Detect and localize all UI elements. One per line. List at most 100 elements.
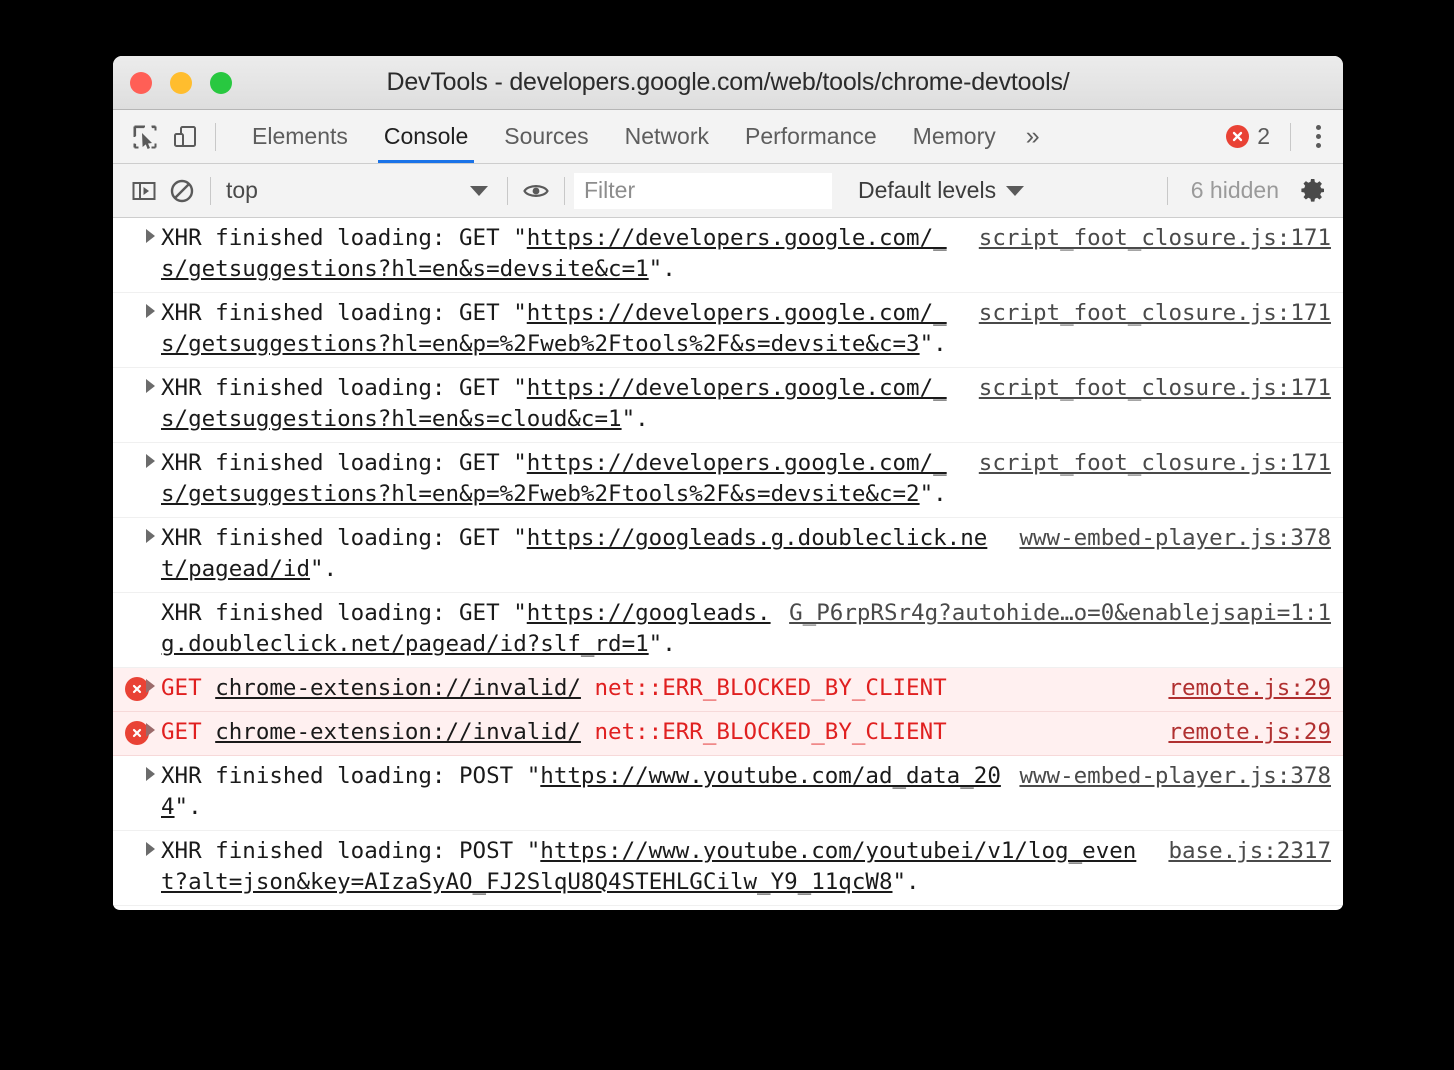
message-prefix: XHR finished loading: GET " xyxy=(161,300,527,326)
message-suffix: ". xyxy=(919,481,947,507)
source-link[interactable]: remote.js:29 xyxy=(1168,673,1331,704)
error-count-label: 2 xyxy=(1257,123,1270,149)
tabbar-right-divider xyxy=(1290,122,1291,151)
source-link[interactable]: script_foot_closure.js:171 xyxy=(979,223,1331,254)
message-prefix: XHR finished loading: GET " xyxy=(161,525,527,551)
console-message-body: www-embed-player.js:378 XHR finished loa… xyxy=(113,761,1343,823)
message-suffix: net::ERR_BLOCKED_BY_CLIENT xyxy=(580,719,947,745)
console-message-body: remote.js:29 GET chrome-extension://inva… xyxy=(113,673,1343,704)
expand-arrow-icon[interactable] xyxy=(146,529,155,543)
error-circle-icon xyxy=(1226,125,1250,148)
console-message-row[interactable]: script_foot_closure.js:171 XHR finished … xyxy=(113,218,1343,293)
console-prompt-row[interactable]: ❯ xyxy=(113,906,1343,909)
toolbar-divider-2 xyxy=(507,176,508,205)
message-prefix: XHR finished loading: GET " xyxy=(161,375,527,401)
tab-sources[interactable]: Sources xyxy=(486,110,606,163)
window-controls xyxy=(130,71,232,94)
message-prefix: XHR finished loading: POST " xyxy=(161,838,541,864)
kebab-menu-icon[interactable] xyxy=(1301,117,1335,157)
source-link[interactable]: G_P6rpRSr4g?autohide…o=0&enablejsapi=1:1 xyxy=(789,598,1331,629)
tabbar-right-group: 2 xyxy=(1216,110,1335,163)
console-message-body: remote.js:29 GET chrome-extension://inva… xyxy=(113,717,1343,748)
expand-arrow-icon[interactable] xyxy=(146,679,155,693)
expand-arrow-icon[interactable] xyxy=(146,723,155,737)
console-error-row[interactable]: remote.js:29 GET chrome-extension://inva… xyxy=(113,712,1343,756)
console-message-row[interactable]: www-embed-player.js:378 XHR finished loa… xyxy=(113,518,1343,593)
expand-arrow-icon[interactable] xyxy=(146,229,155,243)
console-message-row[interactable]: script_foot_closure.js:171 XHR finished … xyxy=(113,368,1343,443)
execution-context-value: top xyxy=(226,177,258,203)
console-message-body: script_foot_closure.js:171 XHR finished … xyxy=(113,373,1343,435)
expand-arrow-icon[interactable] xyxy=(146,304,155,318)
toolbar-divider-1 xyxy=(210,176,211,205)
execution-context-select[interactable]: top xyxy=(220,172,498,210)
console-message-body: www-embed-player.js:378 XHR finished loa… xyxy=(113,523,1343,585)
source-link[interactable]: www-embed-player.js:378 xyxy=(1019,761,1331,792)
minimize-button[interactable] xyxy=(170,71,192,94)
devtools-tab-list: Elements Console Sources Network Perform… xyxy=(234,110,1052,163)
console-message-list[interactable]: script_foot_closure.js:171 XHR finished … xyxy=(113,218,1343,909)
message-suffix: ". xyxy=(310,556,338,582)
expand-arrow-icon[interactable] xyxy=(146,767,155,781)
source-link[interactable]: script_foot_closure.js:171 xyxy=(979,448,1331,479)
tab-performance[interactable]: Performance xyxy=(727,110,895,163)
console-message-row[interactable]: www-embed-player.js:378 XHR finished loa… xyxy=(113,756,1343,831)
chevron-down-icon xyxy=(1006,185,1025,196)
console-message-row[interactable]: base.js:2317 XHR finished loading: POST … xyxy=(113,831,1343,906)
message-prefix: XHR finished loading: GET " xyxy=(161,450,527,476)
window-title: DevTools - developers.google.com/web/too… xyxy=(386,68,1070,96)
inspect-element-icon[interactable] xyxy=(125,117,165,157)
message-url-link[interactable]: chrome-extension://invalid/ xyxy=(215,719,581,745)
message-prefix: XHR finished loading: POST " xyxy=(161,763,541,789)
source-link[interactable]: script_foot_closure.js:171 xyxy=(979,373,1331,404)
source-link[interactable]: base.js:2317 xyxy=(1168,836,1331,867)
devtools-window: DevTools - developers.google.com/web/too… xyxy=(113,56,1343,910)
console-sidebar-icon[interactable] xyxy=(125,172,163,210)
toolbar-divider-4 xyxy=(1166,176,1168,205)
message-prefix: XHR finished loading: GET " xyxy=(161,225,527,251)
console-message-row[interactable]: G_P6rpRSr4g?autohide…o=0&enablejsapi=1:1… xyxy=(113,593,1343,668)
message-suffix: ". xyxy=(648,631,676,657)
source-link[interactable]: www-embed-player.js:378 xyxy=(1019,523,1331,554)
message-suffix: ". xyxy=(892,869,920,895)
tab-network[interactable]: Network xyxy=(607,110,727,163)
chevron-down-icon xyxy=(470,185,488,196)
settings-gear-icon[interactable] xyxy=(1293,171,1333,211)
toolbar-divider-3 xyxy=(564,176,565,205)
filter-input[interactable] xyxy=(574,172,832,209)
live-expression-eye-icon[interactable] xyxy=(517,172,555,210)
expand-arrow-icon[interactable] xyxy=(146,454,155,468)
console-message-body: script_foot_closure.js:171 XHR finished … xyxy=(113,298,1343,360)
more-tabs-chevron-icon[interactable]: » xyxy=(1014,110,1052,163)
console-message-body: script_foot_closure.js:171 XHR finished … xyxy=(113,448,1343,510)
console-message-row[interactable]: script_foot_closure.js:171 XHR finished … xyxy=(113,443,1343,518)
message-suffix: ". xyxy=(648,256,676,282)
close-button[interactable] xyxy=(130,71,152,94)
zoom-button[interactable] xyxy=(210,71,232,94)
source-link[interactable]: script_foot_closure.js:171 xyxy=(979,298,1331,329)
tabbar-divider xyxy=(215,122,216,151)
hidden-messages-count[interactable]: 6 hidden xyxy=(1177,177,1293,204)
tab-console[interactable]: Console xyxy=(366,110,486,163)
message-prefix: GET xyxy=(161,719,216,745)
message-prefix: XHR finished loading: GET " xyxy=(161,600,527,626)
toolbar-right-group: 6 hidden xyxy=(1158,171,1333,211)
console-error-row[interactable]: remote.js:29 GET chrome-extension://inva… xyxy=(113,668,1343,712)
log-level-select[interactable]: Default levels xyxy=(846,172,1036,210)
error-count-badge[interactable]: 2 xyxy=(1216,123,1280,150)
source-link[interactable]: remote.js:29 xyxy=(1168,717,1331,748)
console-message-body: script_foot_closure.js:171 XHR finished … xyxy=(113,223,1343,285)
device-toolbar-icon[interactable] xyxy=(165,117,205,157)
clear-console-icon[interactable] xyxy=(163,172,201,210)
tab-memory[interactable]: Memory xyxy=(895,110,1014,163)
tab-elements[interactable]: Elements xyxy=(234,110,366,163)
expand-arrow-icon[interactable] xyxy=(146,379,155,393)
message-url-link[interactable]: chrome-extension://invalid/ xyxy=(215,675,581,701)
console-message-body: G_P6rpRSr4g?autohide…o=0&enablejsapi=1:1… xyxy=(113,598,1343,660)
console-toolbar: top Default levels 6 hidden xyxy=(113,164,1343,218)
console-message-row[interactable]: script_foot_closure.js:171 XHR finished … xyxy=(113,293,1343,368)
message-suffix: ". xyxy=(919,331,947,357)
message-suffix: ". xyxy=(174,794,202,820)
expand-arrow-icon[interactable] xyxy=(146,842,155,856)
message-prefix: GET xyxy=(161,675,216,701)
